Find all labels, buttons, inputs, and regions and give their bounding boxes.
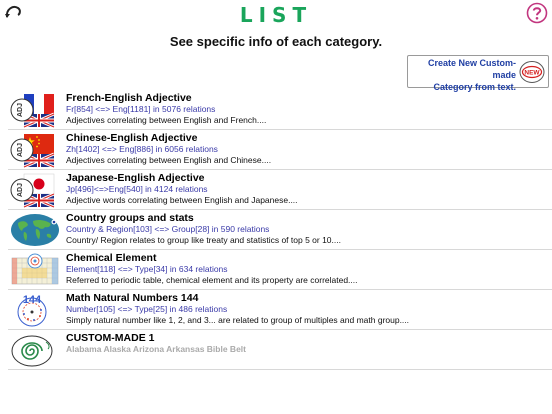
category-description: Country/ Region relates to group like tr… [66, 235, 341, 245]
category-item-chinese-english[interactable]: ADJ Chinese-English Adjective Zh[1402] <… [8, 130, 552, 170]
svg-text:144: 144 [23, 294, 42, 306]
top-bar: LIST [0, 0, 552, 34]
periodic-table-icon [11, 253, 59, 285]
category-item-french-english[interactable]: ADJ French-English Adjective Fr[854] <=>… [8, 90, 552, 130]
category-title: CUSTOM-MADE 1 [66, 332, 155, 344]
category-description: Referred to periodic table, chemical ele… [66, 275, 358, 285]
category-meta: Jp[496]<=>Eng[540] in 4124 relations [66, 184, 208, 194]
category-title: Country groups and stats [66, 212, 194, 224]
category-description: Adjective words correlating between Engl… [66, 195, 298, 205]
world-map-icon [11, 214, 59, 246]
category-meta: Fr[854] <=> Eng[1181] in 5076 relations [66, 104, 216, 114]
category-title: Chinese-English Adjective [66, 132, 198, 144]
create-custom-category-button[interactable]: Create New Custom-made Category from tex… [407, 55, 549, 92]
category-meta: Number[105] <=> Type[25] in 486 relation… [66, 304, 228, 314]
french-flag-icon: ADJ [10, 94, 55, 128]
category-title: French-English Adjective [66, 92, 192, 104]
category-title: Japanese-English Adjective [66, 172, 205, 184]
svg-text:ADJ: ADJ [17, 183, 24, 197]
category-description: Adjectives correlating between English a… [66, 115, 267, 125]
category-title: Math Natural Numbers 144 [66, 292, 199, 304]
svg-text:ADJ: ADJ [17, 103, 24, 117]
chinese-flag-icon: ADJ [10, 134, 55, 168]
category-list: ADJ French-English Adjective Fr[854] <=>… [8, 90, 552, 370]
help-icon[interactable] [526, 2, 548, 24]
category-description: Adjectives correlating between English a… [66, 155, 272, 165]
category-meta: Country & Region[103] <=> Group[28] in 5… [66, 224, 270, 234]
create-button-label: Create New Custom-made Category from tex… [427, 58, 516, 92]
number-144-icon: 144 [17, 294, 47, 327]
category-item-custom-made-1[interactable]: CUSTOM-MADE 1 Alabama Alaska Arizona Ark… [8, 330, 552, 370]
category-meta: Zh[1402] <=> Eng[886] in 6056 relations [66, 144, 218, 154]
category-description: Simply natural number like 1, 2, and 3..… [66, 315, 410, 325]
category-meta: Element[118] <=> Type[34] in 634 relatio… [66, 264, 228, 274]
category-item-chemical-element[interactable]: Chemical Element Element[118] <=> Type[3… [8, 250, 552, 290]
category-description: Alabama Alaska Arizona Arkansas Bible Be… [66, 344, 246, 354]
category-title: Chemical Element [66, 252, 157, 264]
category-item-math-numbers[interactable]: 144 Math Natural Numbers 144 Number[105]… [8, 290, 552, 330]
page-subtitle: See specific info of each category. [169, 34, 383, 49]
svg-text:ADJ: ADJ [17, 143, 24, 157]
page-title: LIST [239, 3, 313, 27]
new-badge-icon: NEW [519, 61, 545, 83]
custom-spiral-icon [11, 335, 53, 367]
new-badge-text: NEW [524, 69, 540, 76]
category-item-japanese-english[interactable]: ADJ Japanese-English Adjective Jp[496]<=… [8, 170, 552, 210]
category-item-country-groups[interactable]: Country groups and stats Country & Regio… [8, 210, 552, 250]
japanese-flag-icon: ADJ [10, 173, 55, 208]
